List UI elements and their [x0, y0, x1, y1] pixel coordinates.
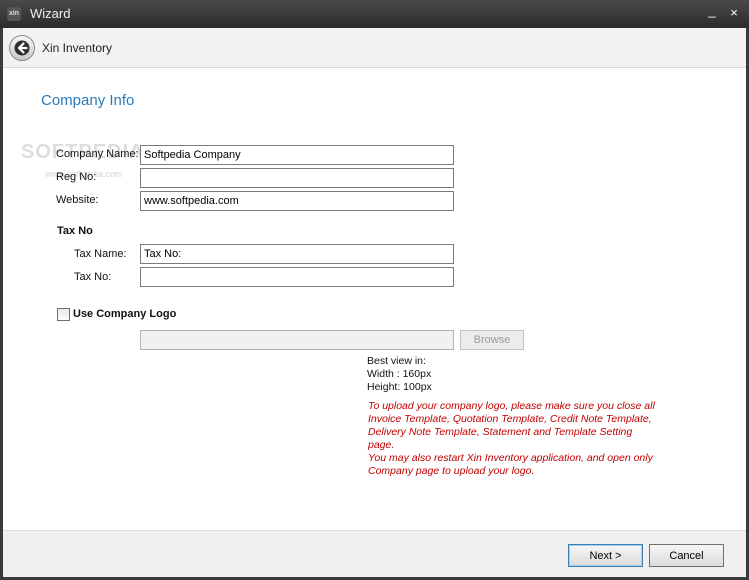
website-field[interactable]: [140, 191, 454, 211]
logo-upload-warning: To upload your company logo, please make…: [368, 400, 658, 478]
logo-path-field[interactable]: [140, 330, 454, 350]
browse-button[interactable]: Browse: [460, 330, 524, 350]
reg-no-field[interactable]: [140, 168, 454, 188]
logo-width-info: Width : 160px: [367, 368, 432, 380]
app-icon: xin: [7, 7, 21, 21]
tax-no-field[interactable]: [140, 267, 454, 287]
tax-name-label: Tax Name:: [74, 248, 127, 260]
logo-height-info: Height: 100px: [367, 381, 432, 393]
nav-bar: Xin Inventory: [3, 28, 746, 68]
next-button[interactable]: Next >: [568, 544, 643, 567]
title-bar: xin Wizard _ ×: [0, 0, 749, 28]
warning-close-templates: To upload your company logo, please make…: [368, 400, 655, 451]
back-arrow-icon: [14, 40, 30, 56]
wizard-window: Xin Inventory Company Info SOFTPEDIA www…: [3, 28, 746, 577]
company-name-field[interactable]: [140, 145, 454, 165]
website-label: Website:: [56, 194, 99, 206]
use-company-logo-checkbox[interactable]: [57, 308, 70, 321]
use-company-logo-label[interactable]: Use Company Logo: [73, 308, 176, 320]
minimize-button[interactable]: _: [704, 3, 720, 19]
cancel-button[interactable]: Cancel: [649, 544, 724, 567]
back-button[interactable]: [9, 35, 35, 61]
reg-no-label: Reg No:: [56, 171, 97, 183]
nav-title: Xin Inventory: [42, 41, 113, 55]
tax-no-label: Tax No:: [74, 271, 112, 283]
company-name-label: Company Name:: [56, 148, 139, 160]
close-button[interactable]: ×: [726, 5, 742, 21]
tax-name-field[interactable]: [140, 244, 454, 264]
warning-restart-app: You may also restart Xin Inventory appli…: [368, 452, 653, 477]
best-view-label: Best view in:: [367, 355, 426, 367]
window-title: Wizard: [30, 6, 71, 21]
footer-bar: Next > Cancel: [3, 530, 746, 577]
page-title: Company Info: [41, 92, 135, 109]
tax-section-heading: Tax No: [57, 225, 93, 237]
